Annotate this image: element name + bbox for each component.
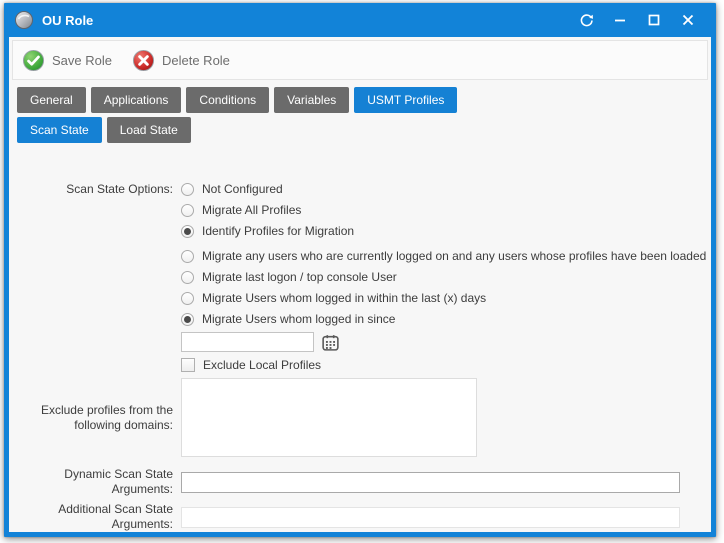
main-tabs: General Applications Conditions Variable… — [17, 87, 711, 113]
exclude-domains-row: Exclude profiles from the following doma… — [9, 378, 711, 457]
radio-migrate-since[interactable] — [181, 313, 194, 326]
subtab-load-state[interactable]: Load State — [107, 117, 191, 143]
radio-label: Migrate Users whom logged in since — [202, 312, 395, 326]
radio-identify-profiles[interactable] — [181, 225, 194, 238]
radio-label: Identify Profiles for Migration — [202, 224, 354, 238]
delete-role-button[interactable]: Delete Role — [132, 49, 230, 72]
radio-option[interactable]: Migrate any users who are currently logg… — [9, 248, 711, 264]
exclude-domains-textarea[interactable] — [181, 378, 477, 457]
tab-conditions[interactable]: Conditions — [186, 87, 269, 113]
radio-option[interactable]: Migrate last logon / top console User — [9, 269, 711, 285]
save-role-button[interactable]: Save Role — [22, 49, 112, 72]
radio-label: Migrate any users who are currently logg… — [202, 249, 706, 263]
scan-state-form: Scan State Options: Not Configured Migra… — [9, 181, 711, 532]
dynamic-args-row: Dynamic Scan State Arguments: — [9, 467, 711, 497]
radio-label: Migrate Users whom logged in within the … — [202, 291, 486, 305]
title-bar: OU Role — [9, 3, 711, 37]
radio-migrate-last-x-days[interactable] — [181, 292, 194, 305]
close-icon[interactable] — [675, 8, 701, 32]
radio-migrate-all-profiles[interactable] — [181, 204, 194, 217]
radio-label: Migrate All Profiles — [202, 203, 301, 217]
exclude-local-profiles-checkbox[interactable] — [181, 358, 195, 372]
additional-scan-state-arguments-input[interactable] — [181, 507, 680, 528]
toolbar: Save Role Delete Role — [12, 40, 708, 80]
additional-args-row: Additional Scan State Arguments: — [9, 502, 711, 532]
dynamic-scan-state-arguments-input[interactable] — [181, 472, 680, 493]
save-role-label: Save Role — [52, 53, 112, 68]
radio-label: Migrate last logon / top console User — [202, 270, 397, 284]
additional-args-label: Additional Scan State Arguments: — [9, 502, 181, 532]
logged-in-since-date-input[interactable] — [181, 332, 314, 352]
radio-option[interactable]: Migrate All Profiles — [9, 202, 711, 218]
checkbox-label: Exclude Local Profiles — [203, 358, 321, 372]
scan-state-options-label: Scan State Options: — [9, 182, 181, 197]
radio-option[interactable]: Identify Profiles for Migration — [9, 223, 711, 239]
dialog-body: Save Role Delete Role General Applicatio… — [9, 37, 711, 532]
radio-not-configured[interactable] — [181, 183, 194, 196]
radio-migrate-current-users[interactable] — [181, 250, 194, 263]
tab-usmt-profiles[interactable]: USMT Profiles — [354, 87, 457, 113]
save-check-icon — [22, 49, 45, 72]
dynamic-args-label: Dynamic Scan State Arguments: — [9, 467, 181, 497]
dialog-window: OU Role — [4, 3, 716, 537]
exclude-local-profiles-row[interactable]: Exclude Local Profiles — [9, 357, 711, 373]
radio-migrate-last-logon[interactable] — [181, 271, 194, 284]
window-title: OU Role — [42, 13, 93, 28]
sub-tabs: Scan State Load State — [17, 117, 711, 143]
tab-applications[interactable]: Applications — [91, 87, 182, 113]
exclude-domains-label: Exclude profiles from the following doma… — [9, 403, 181, 433]
tab-variables[interactable]: Variables — [274, 87, 349, 113]
date-row — [9, 332, 711, 352]
calendar-icon[interactable] — [322, 334, 339, 351]
tab-general[interactable]: General — [17, 87, 86, 113]
maximize-icon[interactable] — [641, 8, 667, 32]
radio-option[interactable]: Scan State Options: Not Configured — [9, 181, 711, 197]
refresh-icon[interactable] — [573, 8, 599, 32]
app-icon — [14, 10, 34, 30]
radio-option[interactable]: Migrate Users whom logged in within the … — [9, 290, 711, 306]
delete-x-icon — [132, 49, 155, 72]
radio-label: Not Configured — [202, 182, 283, 196]
radio-option[interactable]: Migrate Users whom logged in since — [9, 311, 711, 327]
delete-role-label: Delete Role — [162, 53, 230, 68]
minimize-icon[interactable] — [607, 8, 633, 32]
subtab-scan-state[interactable]: Scan State — [17, 117, 102, 143]
